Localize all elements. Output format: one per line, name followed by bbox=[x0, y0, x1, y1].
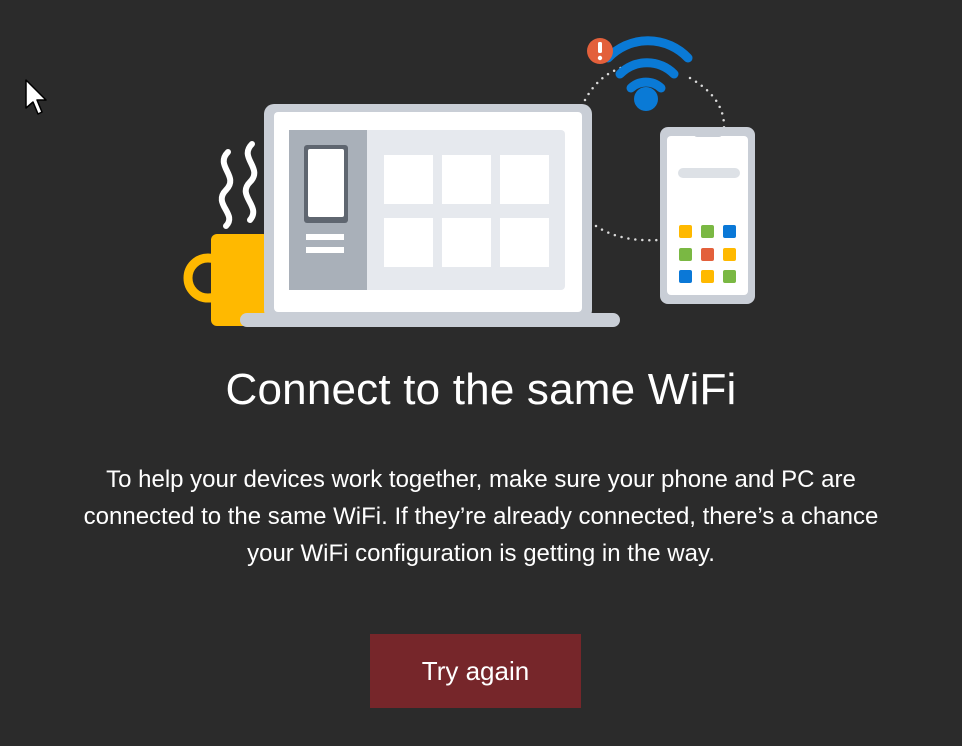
dialog-description: To help your devices work together, make… bbox=[0, 461, 962, 572]
coffee-mug-icon bbox=[183, 234, 269, 326]
laptop-icon bbox=[240, 104, 620, 327]
dialog-title: Connect to the same WiFi bbox=[225, 365, 737, 414]
phone-icon bbox=[660, 127, 755, 304]
wifi-dot bbox=[634, 87, 658, 111]
description-line: your WiFi configuration is getting in th… bbox=[247, 540, 715, 567]
wifi-icon bbox=[603, 36, 693, 93]
connection-dots-bottom bbox=[594, 224, 660, 242]
steam-icon bbox=[218, 141, 258, 229]
description-line: To help your devices work together, make… bbox=[106, 466, 856, 493]
warning-badge-icon bbox=[587, 38, 613, 64]
try-again-button[interactable]: Try again bbox=[370, 634, 581, 708]
description-line: connected to the same WiFi. If they’re a… bbox=[83, 503, 879, 530]
devices-illustration bbox=[183, 36, 755, 327]
connection-dots-right bbox=[688, 76, 726, 130]
